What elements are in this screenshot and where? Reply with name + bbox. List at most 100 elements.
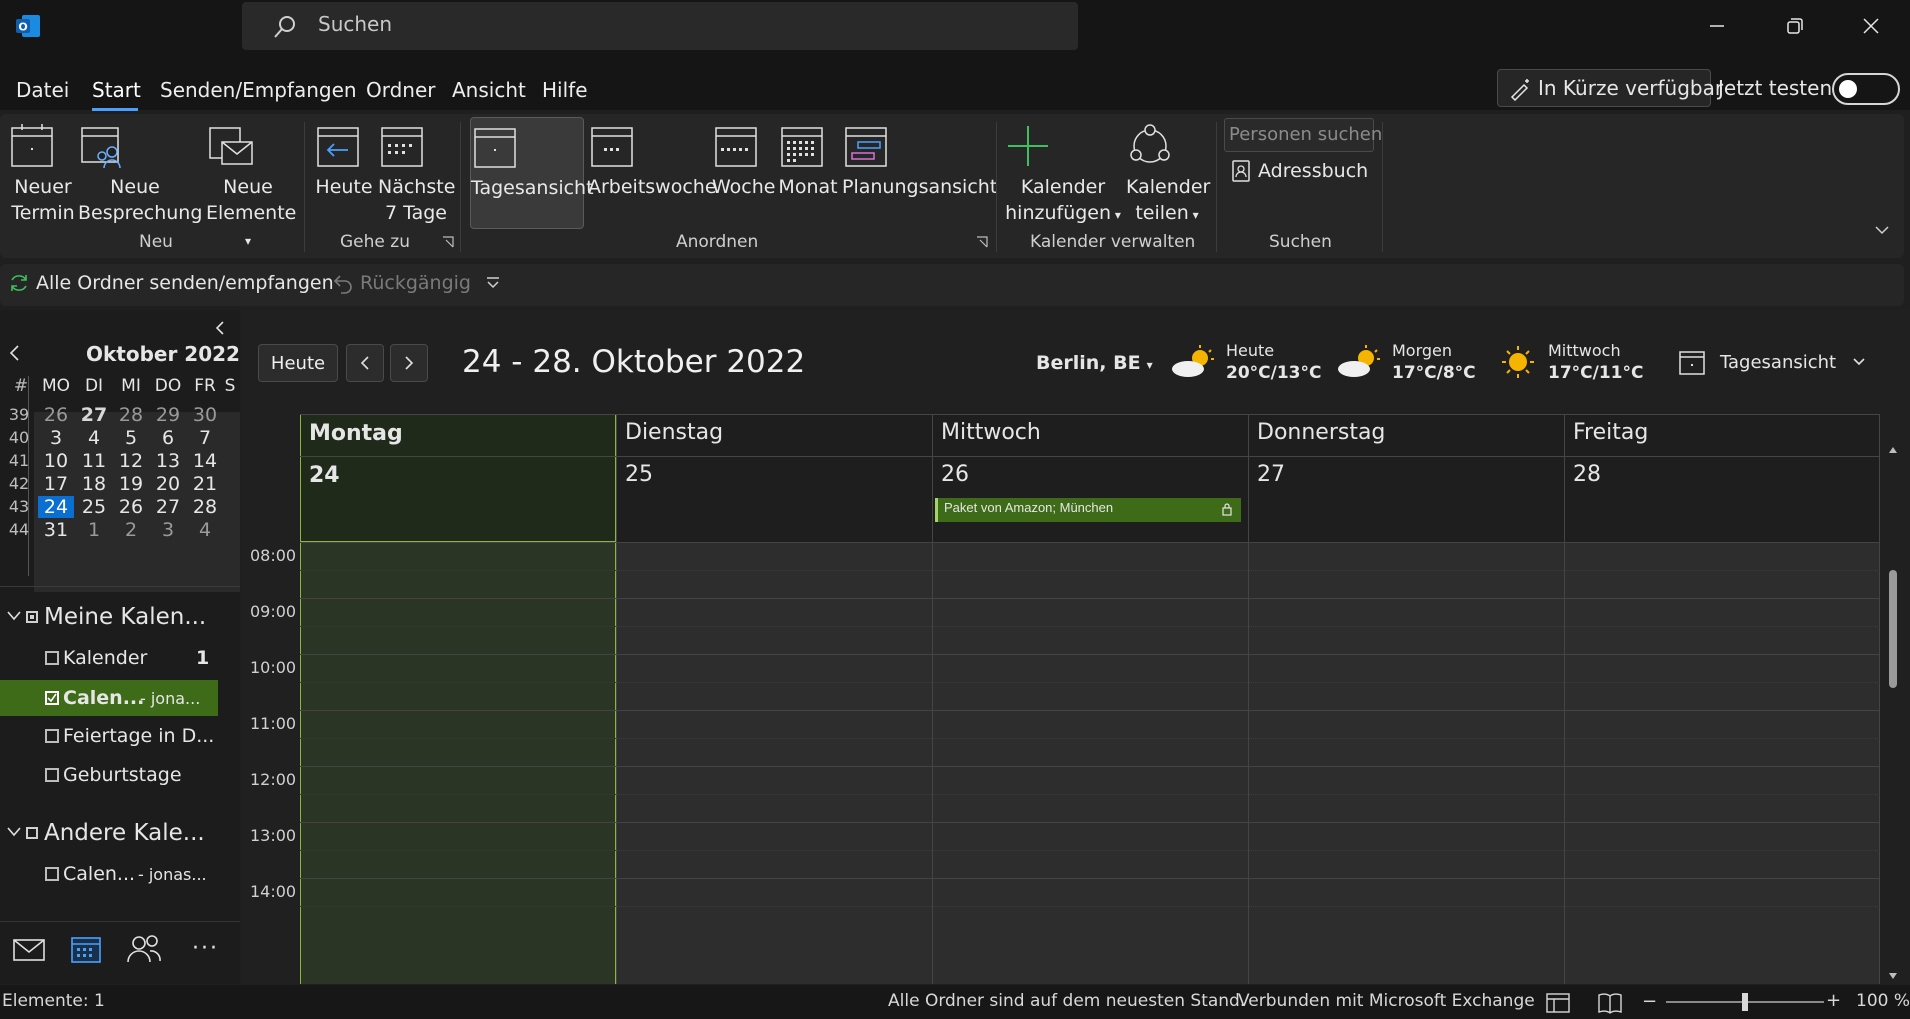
mini-calendar-day[interactable]: 31	[38, 519, 74, 541]
mini-calendar-day[interactable]: 4	[187, 519, 223, 541]
send-receive-all-button[interactable]: Alle Ordner senden/empfangen	[8, 272, 334, 294]
prev-month-chevron-icon[interactable]	[8, 344, 22, 362]
reading-view-icon[interactable]	[1598, 992, 1622, 1014]
mini-calendar-day[interactable]: 6	[150, 427, 186, 449]
mini-calendar-day[interactable]: 14	[187, 450, 223, 472]
mini-calendar-day[interactable]: 2	[113, 519, 149, 541]
mini-calendar-day[interactable]: 10	[38, 450, 74, 472]
menu-start[interactable]: Start	[92, 78, 141, 102]
share-calendar-button[interactable]: Kalender teilen ▾	[1126, 122, 1210, 228]
folder-checkbox[interactable]	[45, 651, 59, 665]
mini-calendar-day[interactable]: 18	[76, 473, 112, 495]
folder-checkbox[interactable]	[45, 729, 59, 743]
dialog-launcher-icon[interactable]	[976, 236, 988, 248]
ribbon-collapse-chevron-icon[interactable]	[1874, 224, 1890, 236]
mail-icon[interactable]	[12, 936, 46, 964]
scrollbar-thumb[interactable]	[1889, 570, 1897, 688]
zoom-in-icon[interactable]: +	[1826, 990, 1841, 1011]
mini-calendar-day[interactable]: 12	[113, 450, 149, 472]
mini-calendar-today[interactable]: 24	[38, 496, 74, 518]
week-number[interactable]: 44	[4, 520, 34, 539]
day-header[interactable]: Donnerstag 27	[1248, 414, 1564, 542]
day-column[interactable]	[932, 542, 1248, 984]
folder-calen-other[interactable]: Calen... - jonas...	[0, 856, 240, 892]
day-column[interactable]	[616, 542, 932, 984]
week-number[interactable]: 41	[4, 451, 34, 470]
mini-calendar-day[interactable]: 17	[38, 473, 74, 495]
mini-calendar-day[interactable]: 25	[76, 496, 112, 518]
customize-qat-icon[interactable]	[486, 276, 500, 290]
mini-calendar-day[interactable]: 30	[187, 404, 223, 426]
folder-checkbox[interactable]	[45, 768, 59, 782]
mini-calendar-day[interactable]: 19	[113, 473, 149, 495]
mini-calendar-day[interactable]: 3	[38, 427, 74, 449]
day-column[interactable]	[1564, 542, 1880, 984]
zoom-out-icon[interactable]: −	[1642, 991, 1657, 1012]
new-appointment-button[interactable]: Neuer Termin	[8, 122, 78, 226]
all-day-event[interactable]: Paket von Amazon; München	[935, 498, 1241, 522]
coming-soon-button[interactable]: In Kürze verfügbar	[1497, 69, 1723, 107]
scroll-down-arrow-icon[interactable]	[1888, 972, 1898, 980]
menu-hilfe[interactable]: Hilfe	[542, 78, 588, 102]
go-today-button[interactable]: Heute	[314, 122, 374, 200]
mini-calendar-day[interactable]: 21	[187, 473, 223, 495]
day-view-button[interactable]: Tagesansicht	[470, 117, 594, 229]
mini-calendar-day[interactable]: 27	[150, 496, 186, 518]
group-checkbox[interactable]	[26, 827, 38, 839]
week-number[interactable]: 42	[4, 474, 34, 493]
folder-group-other[interactable]: Andere Kale...	[0, 818, 240, 854]
mini-calendar-day[interactable]: 20	[150, 473, 186, 495]
week-number[interactable]: 40	[4, 428, 34, 447]
location-selector[interactable]: Berlin, BE ▾	[1036, 352, 1153, 374]
mini-calendar-day[interactable]: 29	[150, 404, 186, 426]
schedule-view-button[interactable]: Planungsansicht	[842, 122, 997, 200]
view-selector[interactable]: Tagesansicht	[1678, 348, 1866, 376]
mini-calendar-day[interactable]: 4	[76, 427, 112, 449]
vertical-scrollbar[interactable]	[1886, 446, 1900, 986]
try-now-toggle[interactable]	[1832, 73, 1900, 105]
dialog-launcher-icon[interactable]	[442, 236, 454, 248]
close-button[interactable]	[1832, 0, 1910, 52]
mini-calendar-day[interactable]: 26	[113, 496, 149, 518]
folder-checkbox[interactable]	[45, 867, 59, 881]
today-button[interactable]: Heute	[258, 344, 338, 382]
mini-calendar-title[interactable]: Oktober 2022	[86, 342, 240, 366]
week-number[interactable]: 43	[4, 497, 34, 516]
day-header[interactable]: Freitag 28	[1564, 414, 1880, 542]
work-week-button[interactable]: Arbeitswoche	[588, 122, 717, 200]
folder-kalender[interactable]: Kalender 1	[0, 640, 240, 676]
day-column[interactable]	[1248, 542, 1564, 984]
new-meeting-button[interactable]: Neue Besprechung	[78, 122, 202, 226]
menu-datei[interactable]: Datei	[16, 78, 69, 102]
mini-calendar-day[interactable]: 7	[187, 427, 223, 449]
scroll-up-arrow-icon[interactable]	[1888, 446, 1898, 454]
address-book-button[interactable]: Adressbuch	[1232, 160, 1368, 182]
collapse-pane-chevron-icon[interactable]	[214, 320, 226, 336]
menu-ordner[interactable]: Ordner	[366, 78, 436, 102]
folder-feiertage[interactable]: Feiertage in D...	[0, 718, 240, 754]
mini-calendar-day[interactable]: 3	[150, 519, 186, 541]
mini-calendar-day[interactable]: 1	[76, 519, 112, 541]
mini-calendar-day[interactable]: 26	[38, 404, 74, 426]
undo-button[interactable]: Rückgängig	[332, 272, 471, 294]
zoom-slider-thumb[interactable]	[1742, 993, 1748, 1011]
calendar-module-icon[interactable]	[70, 934, 102, 964]
restore-button[interactable]	[1756, 0, 1834, 52]
week-button[interactable]: Woche	[712, 122, 775, 200]
mini-calendar-day[interactable]: 28	[113, 404, 149, 426]
folder-calen-selected[interactable]: Calen... - jona...	[0, 680, 218, 716]
prev-week-button[interactable]	[346, 344, 384, 382]
add-calendar-button[interactable]: Kalender hinzufügen ▾	[1004, 122, 1122, 228]
day-column-today[interactable]	[300, 542, 616, 984]
people-search-input[interactable]: Personen suchen	[1224, 118, 1382, 152]
folder-group-mine[interactable]: Meine Kalen...	[0, 602, 240, 638]
next-week-button[interactable]	[390, 344, 428, 382]
month-button[interactable]: Monat	[778, 122, 838, 200]
mini-calendar-day[interactable]: 13	[150, 450, 186, 472]
day-header-today[interactable]: Montag 24	[300, 414, 616, 542]
more-apps-icon[interactable]: ···	[192, 936, 219, 961]
mini-calendar-day[interactable]: 11	[76, 450, 112, 472]
new-items-button[interactable]: Neue Elemente ▾	[206, 122, 296, 254]
day-header[interactable]: Dienstag 25	[616, 414, 932, 542]
folder-checkbox-checked[interactable]	[45, 691, 59, 705]
